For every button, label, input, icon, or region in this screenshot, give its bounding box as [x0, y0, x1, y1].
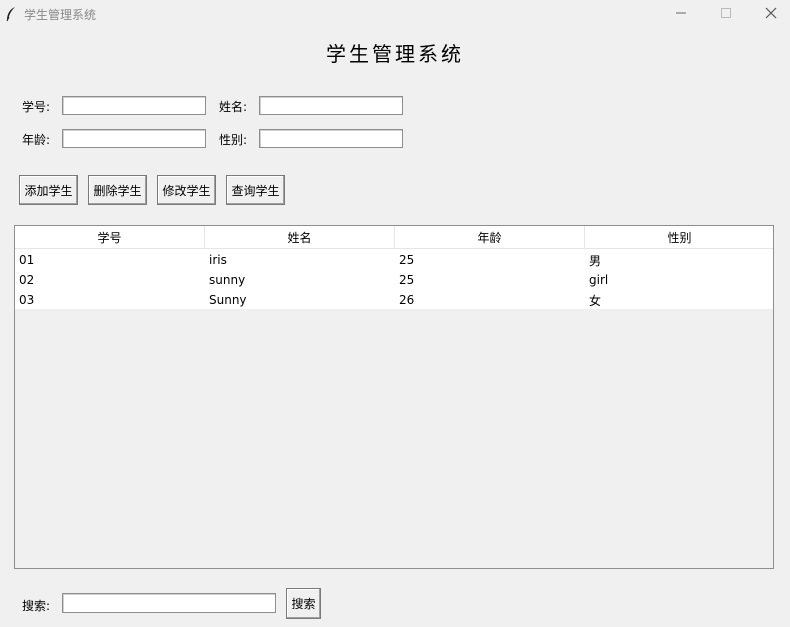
page-title: 学生管理系统: [326, 42, 464, 66]
student-age-label: 年龄:: [22, 133, 51, 147]
student-name-label: 姓名:: [219, 100, 248, 114]
table-cell: 女: [589, 293, 602, 308]
table-cell: girl: [589, 273, 609, 287]
column-header-age[interactable]: 年龄: [395, 226, 585, 249]
table-cell: 25: [399, 273, 415, 287]
student-age-field[interactable]: [62, 129, 206, 148]
table-header: 学号 姓名 年龄 性别: [15, 226, 773, 249]
table-cell: iris: [209, 253, 227, 267]
close-button[interactable]: [748, 0, 790, 28]
table-cell: 03: [19, 293, 35, 307]
table-cell: 02: [19, 273, 35, 287]
minimize-icon: [675, 7, 687, 22]
table-row[interactable]: 02 sunny 25 girl: [15, 270, 773, 290]
student-name-field[interactable]: [259, 96, 403, 115]
table-cell: 26: [399, 293, 415, 307]
search-button[interactable]: 搜索: [286, 588, 321, 619]
table-cell: 25: [399, 253, 415, 267]
window-title: 学生管理系统: [24, 8, 97, 22]
column-header-gender[interactable]: 性别: [585, 226, 773, 249]
table-cell: 男: [589, 253, 602, 268]
table-cell: Sunny: [209, 293, 247, 307]
table-cell: 01: [19, 253, 35, 267]
window-titlebar: 学生管理系统: [0, 0, 790, 28]
close-icon: [765, 7, 777, 22]
column-header-id[interactable]: 学号: [15, 226, 205, 249]
search-label: 搜索:: [22, 599, 51, 613]
add-student-button[interactable]: 添加学生: [19, 175, 78, 205]
student-table[interactable]: 学号 姓名 年龄 性别 01 iris 25 男 02 sunny 25 gir…: [14, 225, 774, 569]
delete-student-button[interactable]: 删除学生: [88, 175, 147, 205]
table-row[interactable]: 03 Sunny 26 女: [15, 290, 773, 310]
table-cell: sunny: [209, 273, 246, 287]
student-id-label: 学号:: [22, 100, 51, 114]
feather-icon: [5, 6, 17, 25]
student-id-field[interactable]: [62, 96, 206, 115]
minimize-button[interactable]: [658, 0, 704, 28]
maximize-icon: [720, 7, 732, 22]
student-gender-label: 性别:: [219, 133, 248, 147]
modify-student-button[interactable]: 修改学生: [157, 175, 216, 205]
query-student-button[interactable]: 查询学生: [226, 175, 285, 205]
table-row[interactable]: 01 iris 25 男: [15, 250, 773, 270]
search-input[interactable]: [62, 593, 276, 613]
student-gender-field[interactable]: [259, 129, 403, 148]
column-header-name[interactable]: 姓名: [205, 226, 395, 249]
maximize-button[interactable]: [703, 0, 749, 28]
